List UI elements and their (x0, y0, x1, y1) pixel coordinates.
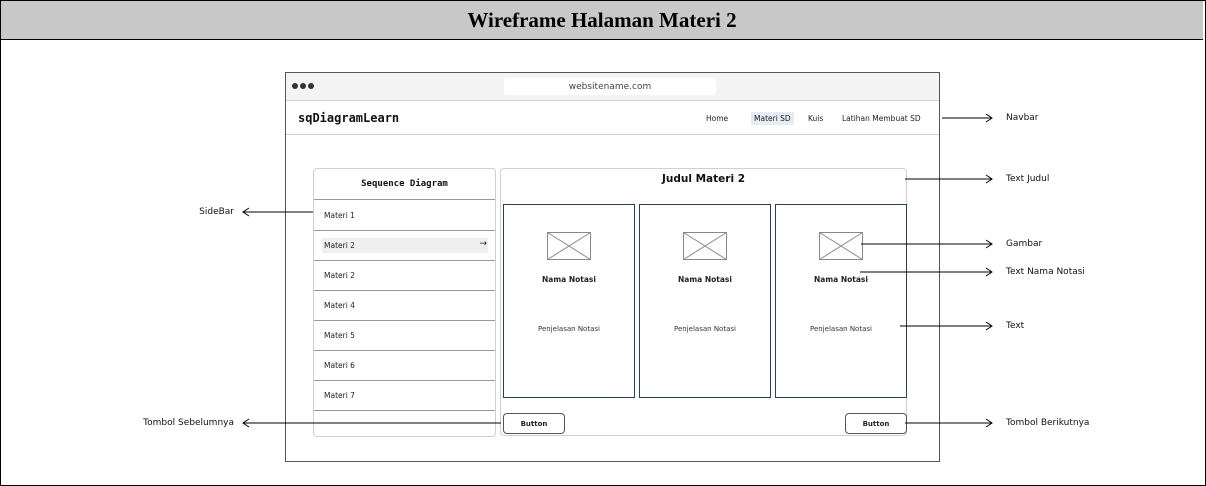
annotation-tombol-berikutnya: Tombol Berikutnya (1006, 418, 1090, 428)
annotation-text-nama-notasi: Text Nama Notasi (1006, 267, 1085, 277)
annotation-sidebar: SideBar (199, 207, 234, 217)
annotation-text: Text (1006, 321, 1025, 331)
annotation-text-judul: Text Judul (1006, 174, 1050, 184)
annotation-gambar: Gambar (1006, 239, 1043, 249)
annotation-tombol-sebelumnya: Tombol Sebelumnya (143, 418, 234, 428)
annotation-navbar: Navbar (1006, 113, 1039, 123)
